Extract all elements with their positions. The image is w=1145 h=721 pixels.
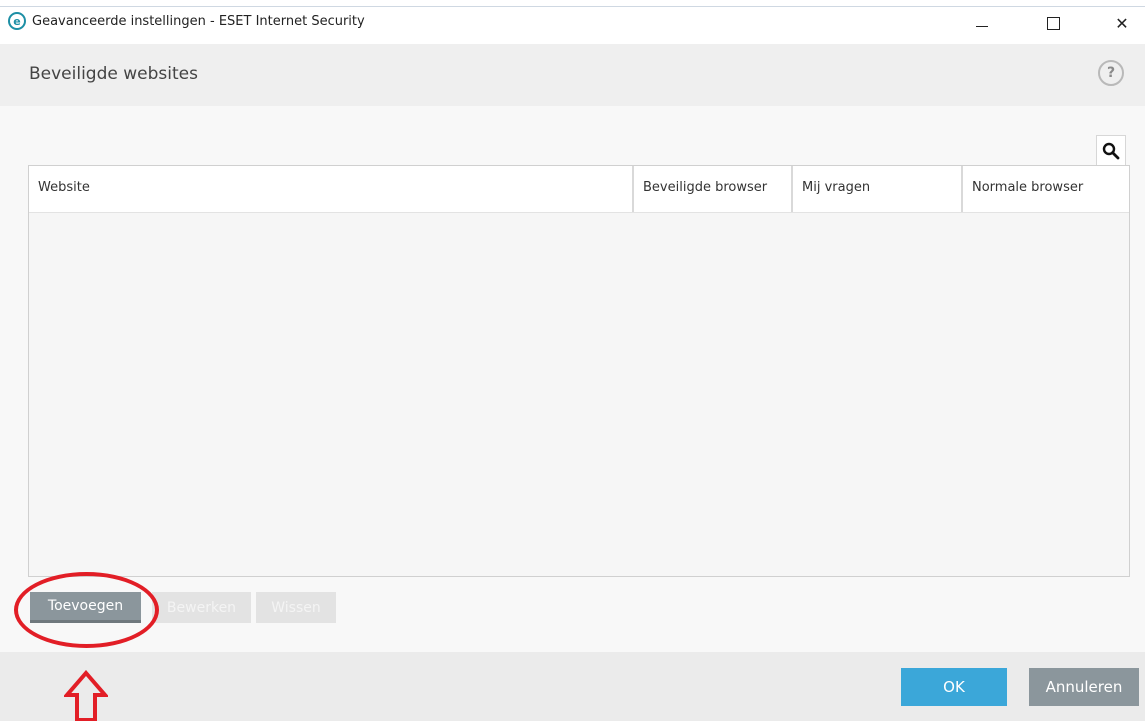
column-header-secure-browser[interactable]: Beveiligde browser — [634, 166, 793, 212]
add-button[interactable]: Toevoegen — [30, 592, 141, 623]
eset-logo-letter: e — [13, 14, 21, 28]
delete-button[interactable]: Wissen — [256, 592, 336, 623]
eset-logo-icon: e — [8, 12, 26, 30]
settings-window: e Geavanceerde instellingen - ESET Inter… — [0, 0, 1145, 721]
maximize-button[interactable] — [1033, 10, 1073, 36]
page-title: Beveiligde websites — [29, 64, 198, 84]
close-icon: ✕ — [1115, 13, 1129, 33]
title-bar: e Geavanceerde instellingen - ESET Inter… — [0, 0, 1145, 44]
maximize-icon — [1046, 16, 1060, 30]
websites-table: Website Beveiligde browser Mij vragen No… — [28, 165, 1130, 577]
title-bar-top-edge — [0, 0, 1145, 7]
minimize-icon — [976, 25, 988, 27]
search-icon — [1102, 142, 1120, 159]
table-header: Website Beveiligde browser Mij vragen No… — [29, 166, 1129, 213]
column-header-normal-browser[interactable]: Normale browser — [963, 166, 1129, 212]
minimize-button[interactable] — [962, 10, 1002, 36]
annotation-arrow-icon — [64, 670, 108, 721]
search-button[interactable] — [1096, 135, 1126, 165]
close-button[interactable]: ✕ — [1102, 10, 1142, 36]
page-header: Beveiligde websites ? — [0, 44, 1145, 106]
window-title: Geavanceerde instellingen - ESET Interne… — [32, 14, 365, 29]
ok-button[interactable]: OK — [901, 668, 1007, 706]
dialog-footer: OK Annuleren — [0, 652, 1145, 721]
help-icon[interactable]: ? — [1098, 60, 1124, 86]
help-icon-glyph: ? — [1106, 65, 1116, 81]
column-header-website[interactable]: Website — [29, 166, 634, 212]
edit-button[interactable]: Bewerken — [152, 592, 251, 623]
column-header-ask-me[interactable]: Mij vragen — [793, 166, 963, 212]
content-area: Website Beveiligde browser Mij vragen No… — [0, 106, 1145, 652]
cancel-button[interactable]: Annuleren — [1029, 668, 1139, 706]
